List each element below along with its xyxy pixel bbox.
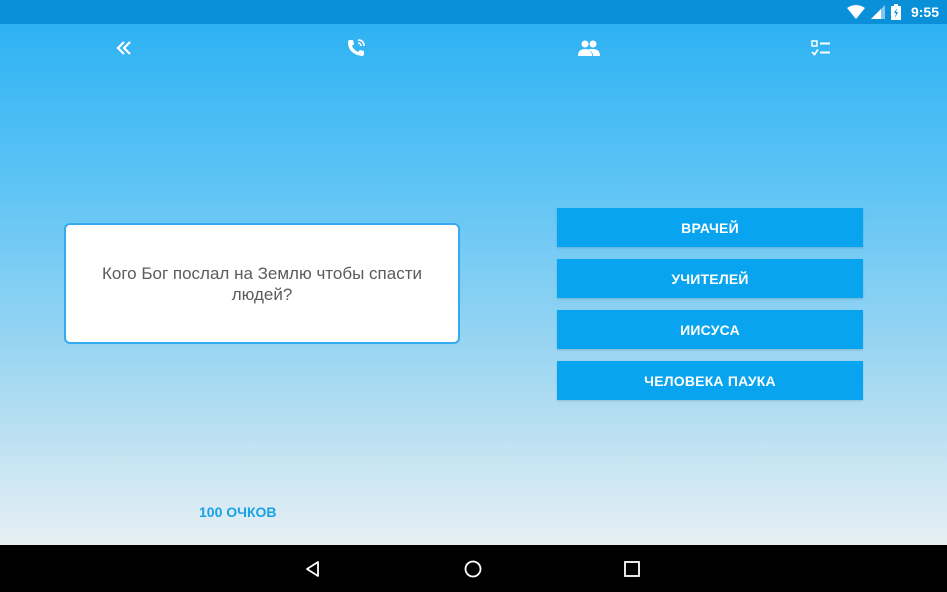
home-icon[interactable] <box>461 557 485 581</box>
phone-call-icon[interactable] <box>344 36 368 60</box>
navigation-bar <box>0 545 947 592</box>
answer-list: ВРАЧЕЙ УЧИТЕЛЕЙ ИИСУСА ЧЕЛОВЕКА ПАУКА <box>557 208 863 412</box>
status-time: 9:55 <box>910 4 939 20</box>
answer-button-4[interactable]: ЧЕЛОВЕКА ПАУКА <box>557 361 863 400</box>
answer-button-2[interactable]: УЧИТЕЛЕЙ <box>557 259 863 298</box>
question-text: Кого Бог послал на Землю чтобы спасти лю… <box>102 263 422 304</box>
question-card: Кого Бог послал на Землю чтобы спасти лю… <box>64 223 460 344</box>
toolbar <box>0 24 947 72</box>
wifi-icon <box>846 5 865 19</box>
double-chevron-left-icon[interactable] <box>112 36 136 60</box>
answer-button-3[interactable]: ИИСУСА <box>557 310 863 349</box>
quiz-screen: Кого Бог послал на Землю чтобы спасти лю… <box>0 24 947 545</box>
back-icon[interactable] <box>301 557 325 581</box>
checklist-icon[interactable] <box>809 36 833 60</box>
recents-icon[interactable] <box>620 557 644 581</box>
score-label: 100 ОЧКОВ <box>199 504 277 520</box>
answer-button-1[interactable]: ВРАЧЕЙ <box>557 208 863 247</box>
battery-charging-icon <box>890 4 901 20</box>
status-bar: 9:55 <box>0 0 947 24</box>
cell-signal-icon <box>870 5 885 19</box>
people-icon[interactable] <box>577 36 601 60</box>
